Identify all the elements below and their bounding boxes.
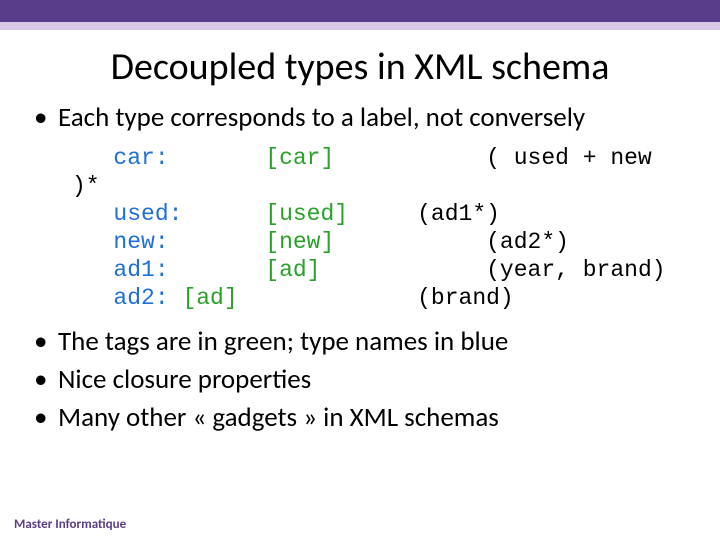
code-line-3: used: [used] (ad1*) xyxy=(72,201,500,227)
code-line-5: ad1: [ad] (year, brand) xyxy=(72,257,666,283)
code-line-6: ad2: [ad] (brand) xyxy=(72,285,514,311)
bullet-3: Nice closure properties xyxy=(34,364,686,396)
footer-left: Master Informatique xyxy=(14,517,126,532)
rhs-used: (ad1*) xyxy=(417,201,500,227)
slide-title: Decoupled types in XML schema xyxy=(0,44,720,90)
code-line-2: )* xyxy=(72,173,100,199)
slide-body: Each type corresponds to a label, not co… xyxy=(0,90,720,434)
top-accent-bar xyxy=(0,0,720,22)
type-ad1: ad1: xyxy=(113,257,168,283)
bullet-list-2: The tags are in green; type names in blu… xyxy=(34,326,686,434)
rhs-new: (ad2*) xyxy=(486,229,569,255)
bullet-4: Many other « gadgets » in XML schemas xyxy=(34,402,686,434)
type-used: used: xyxy=(113,201,182,227)
tag-used: [used] xyxy=(265,201,348,227)
tag-ad1: [ad] xyxy=(265,257,320,283)
rhs-car: ( used + new xyxy=(486,145,652,171)
bullet-1: Each type corresponds to a label, not co… xyxy=(34,102,686,134)
tag-ad2: [ad] xyxy=(182,285,237,311)
code-line-1: car: [car] ( used + new xyxy=(72,145,652,171)
bullet-list: Each type corresponds to a label, not co… xyxy=(34,102,686,134)
type-car: car: xyxy=(113,145,168,171)
tag-car: [car] xyxy=(265,145,334,171)
rhs-ad1: (year, brand) xyxy=(486,257,665,283)
rhs-ad2: (brand) xyxy=(417,285,514,311)
type-new: new: xyxy=(113,229,168,255)
bullet-2: The tags are in green; type names in blu… xyxy=(34,326,686,358)
top-light-bar xyxy=(0,22,720,30)
type-ad2: ad2: xyxy=(113,285,168,311)
code-line-4: new: [new] (ad2*) xyxy=(72,229,569,255)
tag-new: [new] xyxy=(265,229,334,255)
code-block: car: [car] ( used + new )* used: [used] … xyxy=(72,144,686,312)
